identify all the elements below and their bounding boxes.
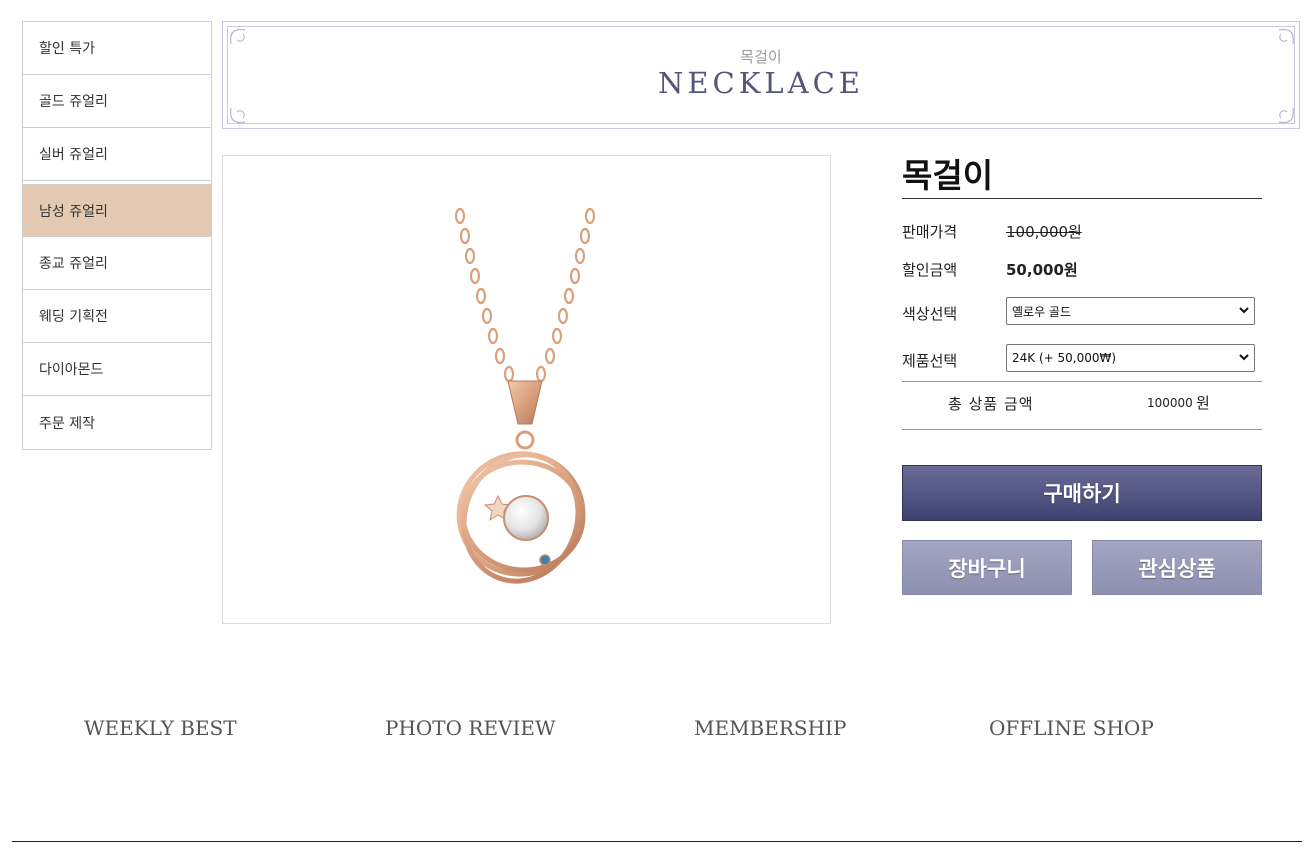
- discount-label: 할인금액: [902, 261, 958, 279]
- banner-title: NECKLACE: [658, 66, 864, 100]
- chevron-down-icon: [1239, 354, 1249, 361]
- category-sidebar: 할인 특가 골드 쥬얼리 실버 쥬얼리 남성 쥬얼리 종교 쥬얼리 웨딩 기획전…: [22, 21, 212, 450]
- total-amount: 100000: [1147, 396, 1193, 410]
- option-select[interactable]: 24K (+ 50,000₩): [1006, 344, 1255, 372]
- color-select-value: 옐로우 골드: [1012, 304, 1072, 319]
- color-row: 색상선택 옐로우 골드: [902, 297, 1262, 331]
- sidebar-item-mens-jewelry[interactable]: 남성 쥬얼리: [23, 184, 211, 237]
- sidebar-item-diamond[interactable]: 다이아몬드: [23, 343, 211, 396]
- sidebar-item-sale[interactable]: 할인 특가: [23, 22, 211, 75]
- total-label: 총 상품 금액: [948, 395, 1034, 413]
- membership-link[interactable]: MEMBERSHIP: [694, 716, 846, 740]
- discount-price: 50,000원: [1006, 261, 1078, 279]
- option-label: 제품선택: [902, 352, 958, 370]
- sidebar-item-silver-jewelry[interactable]: 실버 쥬얼리: [23, 128, 211, 181]
- photo-review-link[interactable]: PHOTO REVIEW: [385, 716, 556, 740]
- color-label: 색상선택: [902, 305, 958, 323]
- chevron-down-icon: [1239, 307, 1249, 314]
- wishlist-button[interactable]: 관심상품: [1092, 540, 1262, 595]
- total-price-box: 총 상품 금액 100000 원: [902, 381, 1262, 430]
- price-label: 판매가격: [902, 223, 958, 241]
- total-unit: 원: [1196, 394, 1210, 412]
- sidebar-item-wedding[interactable]: 웨딩 기획전: [23, 290, 211, 343]
- option-row: 제품선택 24K (+ 50,000₩): [902, 344, 1262, 378]
- footer-divider: [12, 841, 1302, 842]
- necklace-image: [454, 207, 596, 584]
- category-banner: 목걸이 NECKLACE: [222, 21, 1300, 129]
- add-to-cart-button[interactable]: 장바구니: [902, 540, 1072, 595]
- product-info-panel: 목걸이 판매가격 100,000원 할인금액 50,000원 색상선택 옐로우 …: [902, 155, 1262, 595]
- original-price: 100,000원: [1006, 223, 1082, 241]
- product-title: 목걸이: [902, 155, 1262, 199]
- offline-shop-link[interactable]: OFFLINE SHOP: [989, 716, 1154, 740]
- sidebar-item-gold-jewelry[interactable]: 골드 쥬얼리: [23, 75, 211, 128]
- option-select-value: 24K (+ 50,000₩): [1012, 351, 1117, 365]
- color-select[interactable]: 옐로우 골드: [1006, 297, 1255, 325]
- sidebar-item-religious-jewelry[interactable]: 종교 쥬얼리: [23, 237, 211, 290]
- product-image: [222, 155, 831, 624]
- banner-subtitle: 목걸이: [740, 48, 782, 66]
- buy-button[interactable]: 구매하기: [902, 465, 1262, 521]
- weekly-best-link[interactable]: WEEKLY BEST: [84, 716, 237, 740]
- sidebar-item-custom-order[interactable]: 주문 제작: [23, 396, 211, 449]
